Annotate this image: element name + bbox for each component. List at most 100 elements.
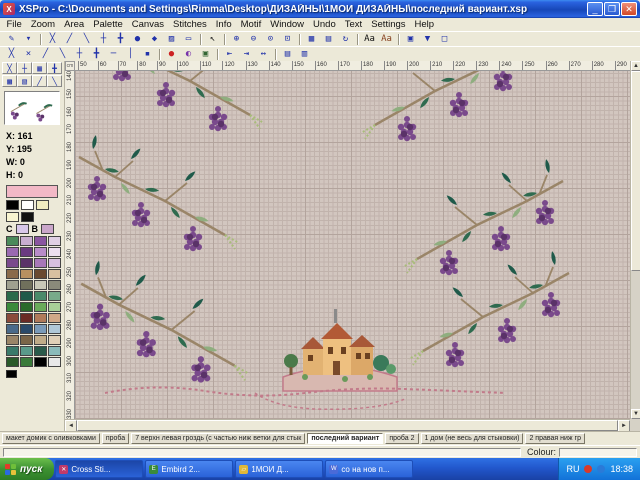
eraser-tool[interactable]: ▭ xyxy=(180,33,197,46)
palette-swatch[interactable] xyxy=(34,324,47,334)
palette-swatch[interactable] xyxy=(20,357,33,367)
palette-swatch[interactable] xyxy=(20,313,33,323)
close-button[interactable]: ✕ xyxy=(621,2,637,16)
design-tab[interactable]: макет домик с оливковками xyxy=(2,433,100,444)
french-knot-tool[interactable]: ● xyxy=(129,33,146,46)
horizontal-scrollbar[interactable]: ◄ ► xyxy=(65,419,630,431)
menu-item[interactable]: Info xyxy=(211,19,236,30)
palette-swatch[interactable] xyxy=(48,324,61,334)
palette-swatch[interactable] xyxy=(48,291,61,301)
palette-swatch[interactable] xyxy=(6,280,19,290)
palette-swatch[interactable] xyxy=(20,269,33,279)
horizontal-scroll-thumb[interactable] xyxy=(77,420,618,431)
fill-tool[interactable]: ▨ xyxy=(163,33,180,46)
palette-swatch[interactable] xyxy=(48,302,61,312)
scroll-down-arrow[interactable]: ▼ xyxy=(631,409,640,419)
quick-colour-swatch[interactable] xyxy=(6,200,19,210)
half-stitch-tool[interactable]: ╱ xyxy=(61,33,78,46)
pencil-tool[interactable]: ✎ xyxy=(3,33,20,46)
taskbar-task-button[interactable]: W со на нов п... xyxy=(325,460,413,478)
palette-swatch[interactable] xyxy=(34,247,47,257)
tray-app-icon[interactable] xyxy=(584,465,592,473)
palette-swatch[interactable] xyxy=(34,313,47,323)
longstitch-button[interactable]: │ xyxy=(122,48,139,61)
palette-swatch[interactable] xyxy=(20,247,33,257)
palette-button[interactable]: ◐ xyxy=(180,48,197,61)
scroll-up-arrow[interactable]: ▲ xyxy=(631,61,640,71)
mini-grid[interactable]: ▦ xyxy=(32,62,47,74)
palette-swatch[interactable] xyxy=(6,313,19,323)
palette-swatch[interactable] xyxy=(6,269,19,279)
menu-item[interactable]: Stitches xyxy=(168,19,211,30)
menu-item[interactable]: File xyxy=(2,19,26,30)
menu-item[interactable]: Help xyxy=(410,19,439,30)
palette-swatch[interactable] xyxy=(6,346,19,356)
half-bottom-stitch-button[interactable]: ╲ xyxy=(54,48,71,61)
title-bar[interactable]: X XSPro - C:\Documents and Settings\Rimm… xyxy=(0,0,640,18)
text-font-button[interactable]: Aa xyxy=(361,33,378,46)
three-quarter-stitch-tool[interactable]: ╋ xyxy=(112,33,129,46)
swap-colour-button[interactable]: ▣ xyxy=(197,48,214,61)
palette-swatch[interactable] xyxy=(6,302,19,312)
design-tab[interactable]: проба 2 xyxy=(385,433,418,444)
palette-swatch[interactable] xyxy=(20,291,33,301)
menu-item[interactable]: Window xyxy=(266,19,309,30)
mini-full-stitch[interactable]: ╳ xyxy=(2,62,17,74)
palette-swatch[interactable] xyxy=(20,258,33,268)
zoom-actual-tool[interactable]: ⊙ xyxy=(262,33,279,46)
menu-item[interactable]: Canvas xyxy=(127,19,168,30)
palette-swatch[interactable] xyxy=(48,269,61,279)
zoom-fit-tool[interactable]: ⊡ xyxy=(279,33,296,46)
shift-right-button[interactable]: ⇥ xyxy=(238,48,255,61)
palette-swatch[interactable] xyxy=(34,346,47,356)
bead-tool[interactable]: ◆ xyxy=(146,33,163,46)
palette-swatch[interactable] xyxy=(6,247,19,257)
palette-swatch[interactable] xyxy=(20,324,33,334)
mini-three-quarter[interactable]: ╋ xyxy=(47,62,62,74)
zoom-out-tool[interactable]: ⊖ xyxy=(245,33,262,46)
menu-item[interactable]: Zoom xyxy=(26,19,59,30)
petite-stitch-button[interactable]: × xyxy=(20,48,37,61)
palette-swatch[interactable] xyxy=(34,236,47,246)
palette-swatch[interactable] xyxy=(6,324,19,334)
palette-swatch[interactable] xyxy=(6,236,19,246)
layer-down-button[interactable]: ▥ xyxy=(296,48,313,61)
mini-diag-a[interactable]: ╱ xyxy=(32,75,47,87)
refresh-view-button[interactable]: ↻ xyxy=(337,33,354,46)
shift-left-button[interactable]: ⇤ xyxy=(221,48,238,61)
mini-shade[interactable]: ▧ xyxy=(17,75,32,87)
pencil-dropdown[interactable]: ▾ xyxy=(20,33,37,46)
taskbar-task-button[interactable]: ▱ 1МОИ Д... xyxy=(235,460,323,478)
palette-swatch[interactable] xyxy=(48,357,61,367)
taskbar-task-button[interactable]: E Embird 2... xyxy=(145,460,233,478)
special-stitch-button[interactable]: ▪ xyxy=(139,48,156,61)
export-button[interactable]: ▼ xyxy=(419,33,436,46)
menu-item[interactable]: Settings xyxy=(367,19,410,30)
rulers-toggle-button[interactable]: ▤ xyxy=(320,33,337,46)
quick-colour-swatch[interactable] xyxy=(21,212,34,222)
back-colour-swatch[interactable] xyxy=(41,224,54,234)
quick-colour-swatch[interactable] xyxy=(36,200,49,210)
colour-record-button[interactable]: ● xyxy=(163,48,180,61)
mini-pattern[interactable]: ▩ xyxy=(2,75,17,87)
mini-diag-b[interactable]: ╲ xyxy=(47,75,62,87)
palette-swatch[interactable] xyxy=(20,280,33,290)
palette-swatch[interactable] xyxy=(20,302,33,312)
half-stitch-back-tool[interactable]: ╲ xyxy=(78,33,95,46)
design-tab[interactable]: последний вариант xyxy=(307,433,383,444)
palette-swatch[interactable] xyxy=(48,258,61,268)
palette-swatch[interactable] xyxy=(48,247,61,257)
tray-network-icon[interactable] xyxy=(597,465,605,473)
palette-swatch[interactable] xyxy=(34,280,47,290)
palette-swatch[interactable] xyxy=(34,335,47,345)
cross-colour-swatch[interactable] xyxy=(16,224,29,234)
palette-swatch[interactable] xyxy=(48,280,61,290)
vertical-scroll-thumb[interactable] xyxy=(631,71,640,271)
palette-swatch[interactable] xyxy=(6,357,19,367)
quick-colour-swatch[interactable] xyxy=(21,200,34,210)
full-stitch-tool[interactable]: ╳ xyxy=(44,33,61,46)
palette-swatch[interactable] xyxy=(34,357,47,367)
quick-colour-swatch[interactable] xyxy=(6,212,19,222)
taskbar-task-button[interactable]: ✕ Cross Sti... xyxy=(55,460,143,478)
design-tab[interactable]: проба xyxy=(102,433,129,444)
